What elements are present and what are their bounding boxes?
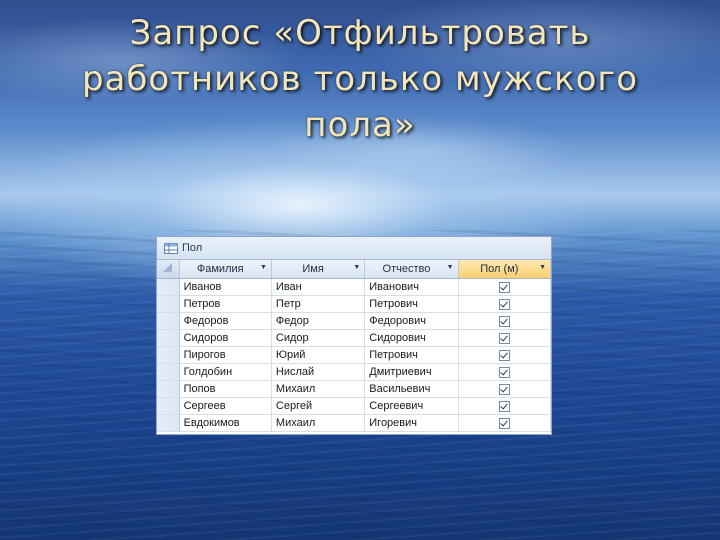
cell-first-name[interactable]: Михаил xyxy=(271,414,366,432)
cell-patronymic[interactable]: Иванович xyxy=(364,278,459,296)
cell-patronymic[interactable]: Федорович xyxy=(364,312,459,330)
row-selector[interactable] xyxy=(157,329,180,347)
table-row[interactable]: Федоров Федор Федорович xyxy=(157,312,551,330)
cell-last-name[interactable]: Сидоров xyxy=(179,329,272,347)
cell-gender[interactable] xyxy=(458,312,551,330)
cell-first-name[interactable]: Петр xyxy=(271,295,366,313)
cell-last-name[interactable]: Сергеев xyxy=(179,397,272,415)
query-tab[interactable]: Пол xyxy=(157,237,551,260)
cell-first-name[interactable]: Юрий xyxy=(271,346,366,364)
male-checkbox[interactable] xyxy=(498,281,510,293)
row-selector[interactable] xyxy=(157,397,180,415)
row-selector[interactable] xyxy=(157,414,180,432)
cell-gender[interactable] xyxy=(458,380,551,398)
cell-last-name[interactable]: Иванов xyxy=(179,278,272,296)
male-checkbox[interactable] xyxy=(498,332,510,344)
row-selector[interactable] xyxy=(157,312,180,330)
table-row[interactable]: Евдокимов Михаил Игоревич xyxy=(157,414,551,432)
male-checkbox[interactable] xyxy=(498,366,510,378)
cell-first-name[interactable]: Нислай xyxy=(271,363,366,381)
table-row[interactable]: Сидоров Сидор Сидорович xyxy=(157,329,551,347)
column-header-first-name[interactable]: Имя ▼ xyxy=(271,260,366,279)
table-row[interactable]: Попов Михаил Васильевич xyxy=(157,380,551,398)
column-header-patronymic[interactable]: Отчество ▼ xyxy=(364,260,459,279)
row-selector[interactable] xyxy=(157,346,180,364)
male-checkbox[interactable] xyxy=(498,349,510,361)
dropdown-arrow-icon[interactable]: ▼ xyxy=(353,264,360,271)
cell-last-name[interactable]: Попов xyxy=(179,380,272,398)
cell-last-name[interactable]: Пирогов xyxy=(179,346,272,364)
cell-last-name[interactable]: Федоров xyxy=(179,312,272,330)
slide-title: Запрос «Отфильтровать работников только … xyxy=(81,13,639,145)
cell-last-name[interactable]: Евдокимов xyxy=(179,414,272,432)
male-checkbox[interactable] xyxy=(498,298,510,310)
table-row[interactable]: Петров Петр Петрович xyxy=(157,295,551,313)
male-checkbox[interactable] xyxy=(498,383,510,395)
cell-patronymic[interactable]: Петрович xyxy=(364,295,459,313)
cell-patronymic[interactable]: Васильевич xyxy=(364,380,459,398)
dropdown-arrow-icon[interactable]: ▼ xyxy=(539,264,546,271)
header-row: Фамилия ▼ Имя ▼ Отчество ▼ Пол (м) ▼ xyxy=(157,260,551,279)
cell-patronymic[interactable]: Сидорович xyxy=(364,329,459,347)
cell-gender[interactable] xyxy=(458,346,551,364)
column-header-last-name[interactable]: Фамилия ▼ xyxy=(179,260,272,279)
cell-first-name[interactable]: Сергей xyxy=(271,397,366,415)
cell-patronymic[interactable]: Сергеевич xyxy=(364,397,459,415)
column-header-gender[interactable]: Пол (м) ▼ xyxy=(458,260,551,279)
cell-patronymic[interactable]: Игоревич xyxy=(364,414,459,432)
table-row[interactable]: Пирогов Юрий Петрович xyxy=(157,346,551,364)
cell-first-name[interactable]: Михаил xyxy=(271,380,366,398)
select-all-corner[interactable] xyxy=(157,260,180,279)
cell-first-name[interactable]: Сидор xyxy=(271,329,366,347)
table-row[interactable]: Иванов Иван Иванович xyxy=(157,278,551,296)
male-checkbox[interactable] xyxy=(498,400,510,412)
cell-first-name[interactable]: Федор xyxy=(271,312,366,330)
cell-gender[interactable] xyxy=(458,397,551,415)
dropdown-arrow-icon[interactable]: ▼ xyxy=(260,264,267,271)
cell-gender[interactable] xyxy=(458,295,551,313)
table-row[interactable]: Сергеев Сергей Сергеевич xyxy=(157,397,551,415)
cell-gender[interactable] xyxy=(458,414,551,432)
row-selector[interactable] xyxy=(157,295,180,313)
table-row[interactable]: Голдобин Нислай Дмитриевич xyxy=(157,363,551,381)
table-icon xyxy=(164,242,178,254)
cell-gender[interactable] xyxy=(458,329,551,347)
datasheet-window: Пол Фамилия ▼ Имя ▼ Отчество ▼ Пол (м) ▼… xyxy=(156,236,552,435)
row-selector[interactable] xyxy=(157,363,180,381)
cell-gender[interactable] xyxy=(458,278,551,296)
cell-last-name[interactable]: Голдобин xyxy=(179,363,272,381)
cell-patronymic[interactable]: Петрович xyxy=(364,346,459,364)
row-selector[interactable] xyxy=(157,278,180,296)
cell-last-name[interactable]: Петров xyxy=(179,295,272,313)
male-checkbox[interactable] xyxy=(498,417,510,429)
datasheet-table: Фамилия ▼ Имя ▼ Отчество ▼ Пол (м) ▼ Ива… xyxy=(157,260,551,432)
male-checkbox[interactable] xyxy=(498,315,510,327)
cell-gender[interactable] xyxy=(458,363,551,381)
cell-first-name[interactable]: Иван xyxy=(271,278,366,296)
query-tab-label: Пол xyxy=(182,242,203,254)
row-selector[interactable] xyxy=(157,380,180,398)
cell-patronymic[interactable]: Дмитриевич xyxy=(364,363,459,381)
dropdown-arrow-icon[interactable]: ▼ xyxy=(447,264,454,271)
